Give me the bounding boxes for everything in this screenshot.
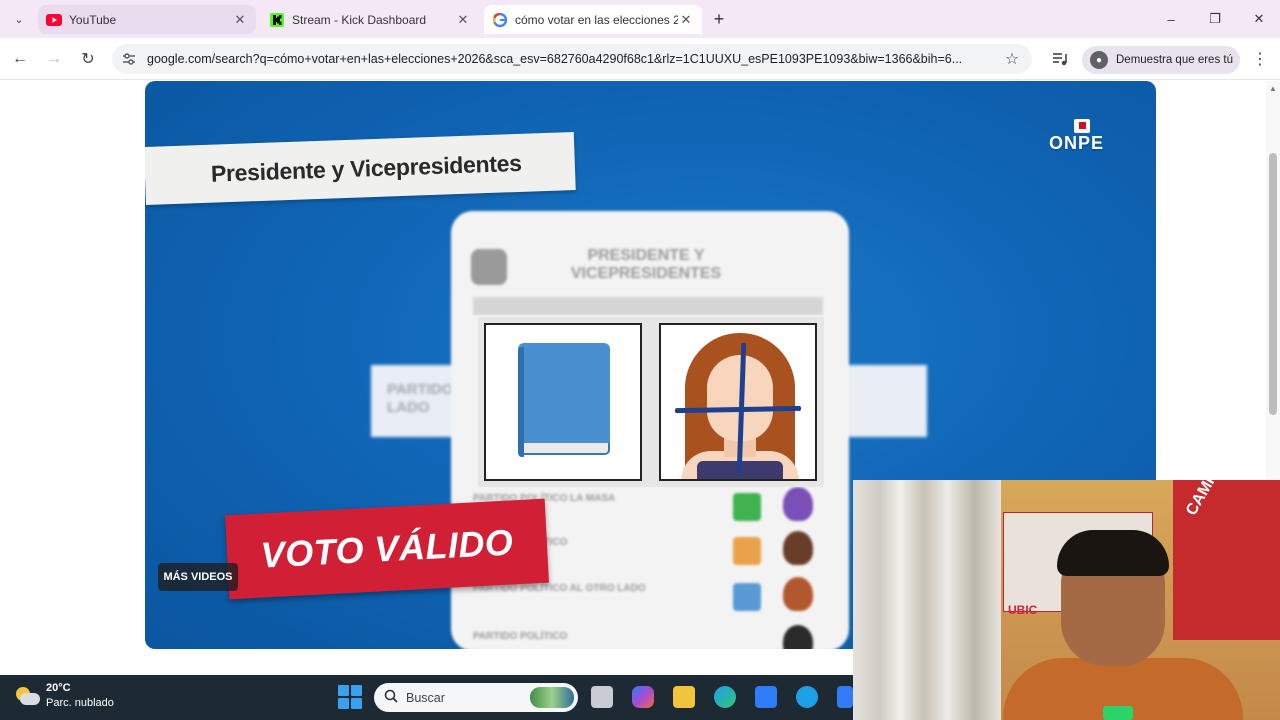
search-highlight-image: [530, 687, 574, 708]
tab-kick-dashboard[interactable]: Stream - Kick Dashboard ✕: [261, 5, 479, 34]
tab-youtube[interactable]: YouTube ✕: [38, 5, 256, 34]
tab-label: Stream - Kick Dashboard: [292, 12, 427, 27]
close-tab-icon[interactable]: ✕: [455, 12, 471, 28]
party-symbol-icon: [733, 537, 761, 565]
windows-taskbar: 20°C Parc. nublado Buscar: [0, 675, 853, 720]
voto-valido-banner: VOTO VÁLIDO: [225, 498, 549, 600]
search-placeholder: Buscar: [406, 690, 445, 705]
tab-strip: ⌄ YouTube ✕ Stream - Kick Dashboard ✕ có…: [0, 0, 1280, 38]
reload-icon[interactable]: ↻: [74, 45, 102, 73]
book-icon: [518, 343, 610, 461]
vote-selection-frame: [478, 317, 824, 487]
ballot-header-bar: [473, 297, 823, 315]
browser-toolbar: ← → ↻ google.com/search?q=cómo+votar+en+…: [0, 38, 1280, 80]
party-symbol-icon: [733, 583, 761, 611]
restore-button[interactable]: ❐: [1194, 4, 1236, 34]
candidate-photo: [783, 531, 813, 565]
browser-menu-icon[interactable]: ⋮: [1246, 45, 1274, 73]
close-tab-icon[interactable]: ✕: [678, 12, 694, 28]
search-icon: [384, 689, 398, 706]
forward-arrow-icon[interactable]: →: [40, 45, 68, 73]
kick-icon: [269, 12, 285, 28]
profile-label: Demuestra que eres tú: [1116, 54, 1233, 66]
onpe-logo-mark: [1074, 119, 1090, 133]
banner-text: VOTO VÁLIDO: [259, 521, 515, 576]
national-emblem-icon: [471, 249, 507, 285]
weather-app-icon[interactable]: [796, 686, 818, 708]
taskbar-app-icon[interactable]: [837, 686, 853, 708]
weather-widget[interactable]: 20°C Parc. nublado: [14, 681, 114, 711]
profile-button[interactable]: ● Demuestra que eres tú: [1082, 46, 1240, 74]
more-videos-button[interactable]: MÁS VIDEOS: [158, 563, 238, 591]
url-text: google.com/search?q=cómo+votar+en+las+el…: [147, 52, 963, 66]
avatar-icon: ●: [1090, 51, 1108, 69]
ballot-title: PRESIDENTE Y VICEPRESIDENTES: [570, 247, 722, 282]
ballot-row-label: PARTIDO POLÍTICO: [473, 631, 568, 642]
poster-text: UBIC: [1008, 603, 1038, 617]
weather-condition: Parc. nublado: [46, 697, 114, 709]
tab-label: cómo votar en las elecciones 2026: [515, 12, 678, 27]
poster-text: CAMPEÓN: [1183, 480, 1239, 519]
candidate-photo-box: [659, 323, 817, 481]
task-view-icon[interactable]: [591, 686, 613, 708]
microsoft-store-icon[interactable]: [755, 686, 777, 708]
google-icon: [492, 12, 508, 28]
section-title-banner: Presidente y Vicepresidentes: [145, 132, 576, 205]
tab-search-chevron-icon[interactable]: ⌄: [8, 8, 30, 30]
candidate-photo: [783, 625, 813, 649]
close-window-button[interactable]: ✕: [1238, 4, 1280, 34]
partly-cloudy-icon: [14, 685, 40, 707]
edge-browser-icon[interactable]: [714, 686, 736, 708]
minimize-button[interactable]: –: [1150, 4, 1192, 34]
close-tab-icon[interactable]: ✕: [232, 12, 248, 28]
file-explorer-icon[interactable]: [673, 686, 695, 708]
screen: ⌄ YouTube ✕ Stream - Kick Dashboard ✕ có…: [0, 0, 1280, 720]
microphone-icon: [1103, 706, 1133, 720]
tab-label: YouTube: [69, 12, 117, 27]
back-arrow-icon[interactable]: ←: [6, 45, 34, 73]
weather-temperature: 20°C: [46, 682, 71, 694]
ballot-row-label: PARTIDO POLÍTICO AL OTRO LADO: [473, 583, 646, 594]
tab-google-search[interactable]: cómo votar en las elecciones 2026 ✕: [484, 5, 702, 34]
youtube-icon: [46, 12, 62, 28]
candidate-photo: [783, 577, 813, 611]
scroll-up-icon[interactable]: ▲: [1269, 84, 1277, 93]
onpe-logo: ONPE: [1049, 133, 1105, 153]
site-settings-icon[interactable]: [120, 50, 138, 68]
bookmark-star-icon[interactable]: ☆: [1002, 49, 1022, 69]
address-bar[interactable]: google.com/search?q=cómo+votar+en+las+el…: [112, 44, 1032, 74]
webcam-overlay: UBIC CAMPEÓN: [853, 480, 1280, 720]
copilot-icon[interactable]: [632, 686, 654, 708]
new-tab-button[interactable]: +: [708, 8, 730, 30]
section-title: Presidente y Vicepresidentes: [210, 149, 523, 187]
party-symbol-box: [484, 323, 642, 481]
media-controls-icon[interactable]: [1046, 45, 1074, 73]
taskbar-search[interactable]: Buscar: [374, 683, 578, 712]
candidate-photo: [783, 487, 813, 521]
windows-start-icon[interactable]: [338, 685, 362, 709]
streamer-hair: [1057, 530, 1169, 576]
curtain: [853, 480, 1001, 720]
party-symbol-icon: [733, 493, 761, 521]
campeon-poster: CAMPEÓN: [1173, 480, 1280, 640]
scrollbar-thumb[interactable]: [1269, 153, 1277, 415]
